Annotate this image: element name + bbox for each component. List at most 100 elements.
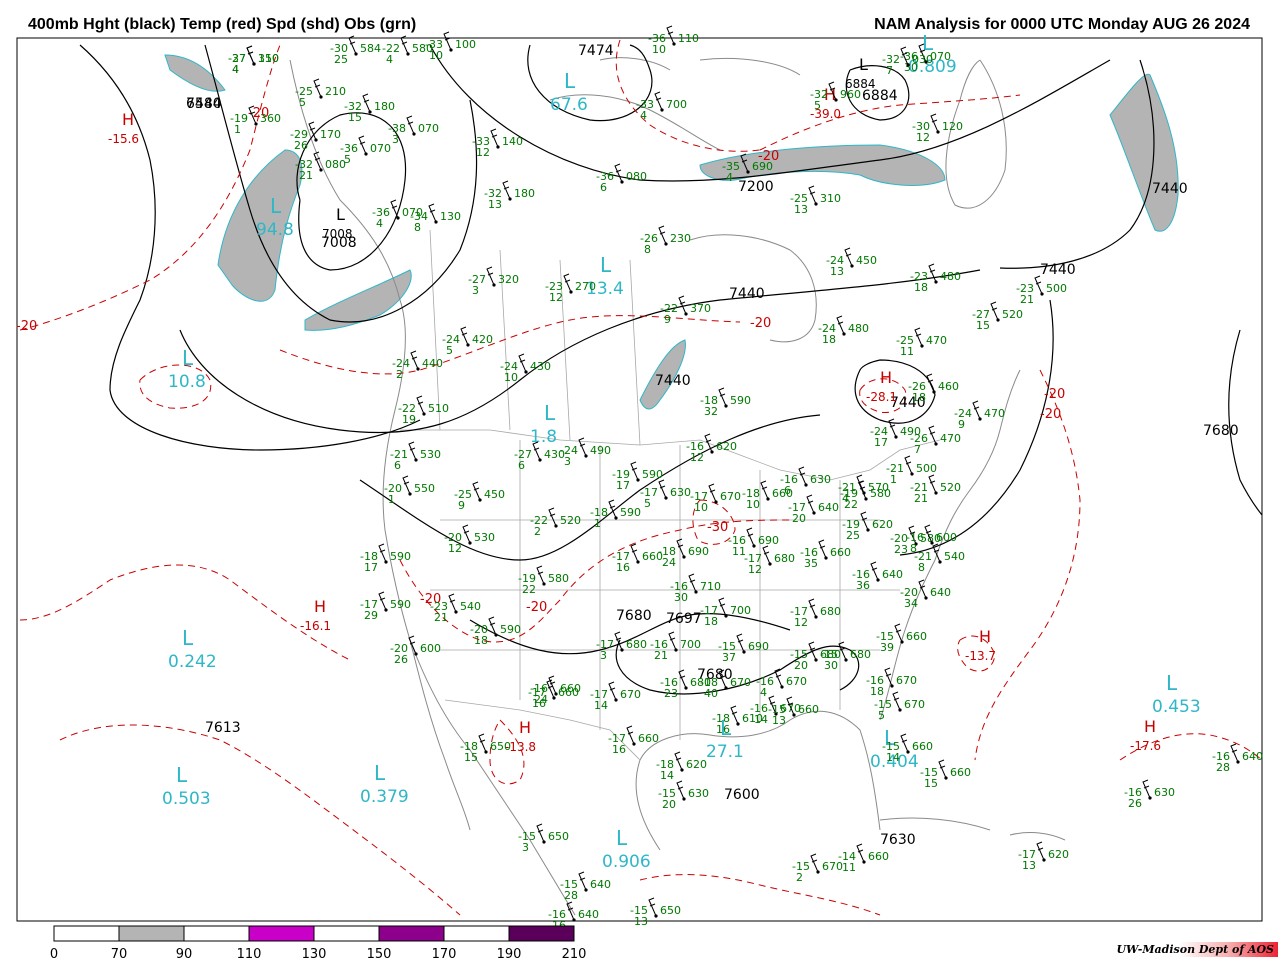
wind-barb <box>904 455 913 475</box>
height-label: 7680 <box>1203 423 1239 439</box>
obs-dewpoint: 9 <box>664 313 671 326</box>
station-obs: -20 64034 <box>900 579 951 610</box>
wind-barb <box>990 301 999 321</box>
obs-dewpoint: 12 <box>448 542 462 555</box>
obs-dewpoint: 12 <box>690 451 704 464</box>
station-obs: -38 0703 <box>388 115 439 146</box>
greenland <box>945 59 1007 209</box>
obs-height: 450 <box>484 488 505 501</box>
obs-height: 230 <box>670 232 691 245</box>
wind-barb <box>856 843 865 863</box>
obs-dewpoint: 2 <box>796 871 803 884</box>
obs-height: 430 <box>530 360 551 373</box>
obs-dewpoint: 21 <box>1020 293 1034 306</box>
center-value: 0.242 <box>168 652 217 672</box>
obs-dewpoint: 18 <box>912 391 926 404</box>
obs-height: 660 <box>906 630 927 643</box>
obs-dewpoint: 5 <box>299 96 306 109</box>
obs-dewpoint: 5 <box>446 344 453 357</box>
center-letter: L <box>859 55 868 74</box>
obs-height: 500 <box>916 462 937 475</box>
temp-contour <box>974 369 1081 761</box>
obs-height: 630 <box>810 473 831 486</box>
wind-barb <box>760 480 769 500</box>
obs-height: 530 <box>420 448 441 461</box>
obs-dewpoint: 15 <box>976 319 990 332</box>
obs-height: 700 <box>730 604 751 617</box>
center-value: -28.1 <box>866 390 897 404</box>
obs-dewpoint: 3 <box>564 455 571 468</box>
obs-height: 640 <box>590 878 611 891</box>
wind-barb <box>736 633 745 653</box>
wind-barb <box>928 263 937 283</box>
obs-height: 590 <box>620 506 641 519</box>
obs-height: 570 <box>868 481 889 494</box>
wind-barb <box>928 425 937 445</box>
obs-height: 610 <box>742 712 763 725</box>
obs-height: 100 <box>455 38 476 51</box>
center-letter: L <box>600 253 612 277</box>
wind-barb <box>938 759 947 779</box>
obs-dewpoint: 26 <box>394 653 408 666</box>
height-contour <box>899 299 1054 556</box>
wind-barb <box>428 203 437 223</box>
wind-barb <box>844 247 853 267</box>
center-value: -15.6 <box>108 132 139 146</box>
obs-height: 470 <box>984 407 1005 420</box>
obs-dewpoint: 15 <box>464 751 478 764</box>
pressure-center: H -28.1 <box>866 368 897 404</box>
center-value: 0.379 <box>360 787 409 807</box>
wind-barb <box>914 327 923 347</box>
station-obs: -24 4205 <box>442 326 493 357</box>
obs-height: 210 <box>325 85 346 98</box>
wind-barb <box>918 579 927 599</box>
obs-dewpoint: 8 <box>644 243 651 256</box>
obs-dewpoint: 20 <box>794 659 808 672</box>
obs-dewpoint: 23 <box>894 543 908 556</box>
height-label: 7440 <box>655 373 691 389</box>
wind-barb <box>390 199 399 219</box>
wind-barb <box>666 25 675 45</box>
station-obs: -32 18015 <box>344 93 395 124</box>
obs-dewpoint: 6 <box>784 484 791 497</box>
obs-dewpoint: 13 <box>772 714 786 727</box>
wind-barb <box>548 507 557 527</box>
obs-height: 690 <box>758 534 779 547</box>
wind-barb <box>674 751 683 771</box>
obs-height: 470 <box>926 334 947 347</box>
center-letter: L <box>564 69 576 93</box>
pressure-centers: H-15.6L10.8L94.8L67.6L0.809L0.242L0.503L… <box>108 31 1201 872</box>
obs-dewpoint: 13 <box>794 203 808 216</box>
obs-dewpoint: 4 <box>232 63 239 76</box>
obs-height: 580 <box>412 42 433 55</box>
obs-height: 620 <box>872 518 893 531</box>
wind-barb <box>460 326 469 346</box>
obs-height: 490 <box>590 444 611 457</box>
obs-dewpoint: 1 <box>594 517 601 530</box>
obs-height: 540 <box>944 550 965 563</box>
station-obs: -27 52015 <box>972 301 1023 332</box>
legend-tick: 190 <box>497 947 522 960</box>
station-obs: -16 62012 <box>686 433 737 464</box>
obs-dewpoint: 3 <box>600 649 607 662</box>
wind-barb <box>884 667 893 687</box>
obs-dewpoint: 26 <box>294 139 308 152</box>
obs-dewpoint: 12 <box>549 291 563 304</box>
pressure-center: H -17.6 <box>1130 717 1161 753</box>
obs-dewpoint: 1 <box>388 493 395 506</box>
obs-height: 540 <box>460 600 481 613</box>
station-obs: -22 5202 <box>530 507 581 538</box>
wind-barb <box>443 31 452 51</box>
pressure-center: L6884 <box>845 55 876 91</box>
obs-height: 490 <box>900 425 921 438</box>
station-obs: -14 66011 <box>838 843 889 874</box>
station-obs: -16 70021 <box>650 631 701 662</box>
obs-dewpoint: 40 <box>704 687 718 700</box>
wind-barb <box>308 121 317 141</box>
station-obs: -21 5704 <box>838 474 889 505</box>
obs-dewpoint: 12 <box>916 131 930 144</box>
obs-height: 660 <box>950 766 971 779</box>
obs-dewpoint: 17 <box>874 436 888 449</box>
wind-barb <box>900 733 909 753</box>
obs-height: 660 <box>798 703 819 716</box>
